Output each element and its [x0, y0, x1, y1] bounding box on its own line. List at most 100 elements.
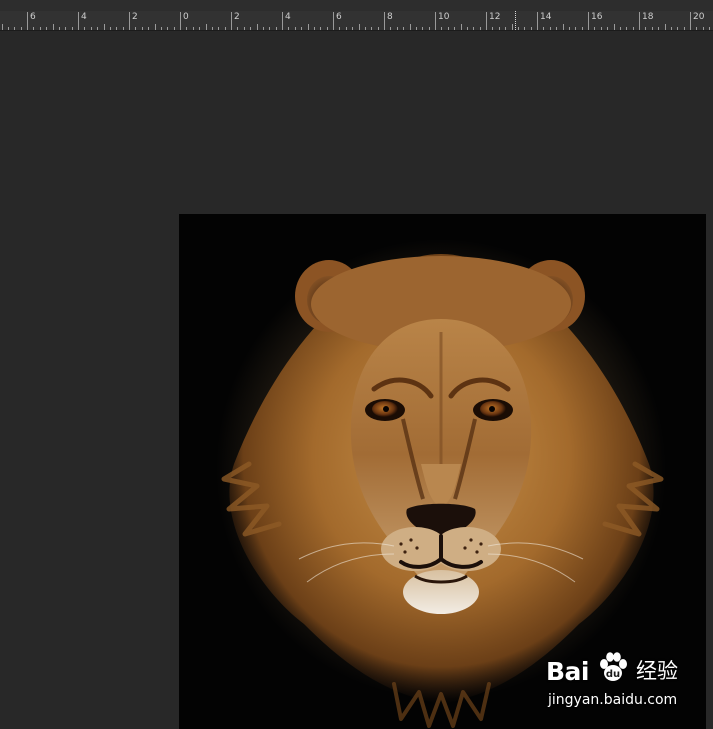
ruler-minor-tick: [167, 27, 168, 30]
ruler-minor-tick: [575, 27, 576, 30]
ruler-label: 6: [30, 12, 36, 22]
ruler-major-tick: [690, 12, 691, 30]
ruler-minor-tick: [244, 27, 245, 30]
ruler-label: 2: [234, 12, 240, 22]
ruler-minor-tick: [390, 27, 391, 30]
ruler-minor-tick: [237, 27, 238, 30]
ruler-minor-tick: [696, 27, 697, 30]
ruler-label: 10: [438, 12, 450, 22]
ruler-minor-tick: [441, 27, 442, 30]
ruler-minor-tick: [543, 27, 544, 30]
ruler-minor-tick: [505, 27, 506, 30]
ruler-minor-tick: [594, 27, 595, 30]
ruler-minor-tick: [123, 27, 124, 30]
ruler-minor-tick: [339, 27, 340, 30]
svg-text:du: du: [606, 669, 620, 680]
horizontal-ruler[interactable]: 6 4 2 0 2 4 6 8 10 12 14 16 18 20: [0, 11, 713, 31]
ruler-minor-tick: [467, 27, 468, 30]
ruler-major-tick: [282, 12, 283, 30]
ruler-minor-tick: [454, 27, 455, 30]
ruler-minor-tick: [174, 27, 175, 30]
ruler-minor-tick: [607, 27, 608, 30]
ruler-minor-tick: [295, 27, 296, 30]
ruler-minor-tick: [308, 24, 309, 30]
ruler-minor-tick: [116, 27, 117, 30]
ruler-minor-tick: [97, 27, 98, 30]
ruler-label: 0: [183, 12, 189, 22]
ruler-minor-tick: [33, 27, 34, 30]
ruler-minor-tick: [671, 27, 672, 30]
ruler-major-tick: [435, 12, 436, 30]
ruler-minor-tick: [626, 27, 627, 30]
ruler-minor-tick: [492, 27, 493, 30]
ruler-minor-tick: [212, 27, 213, 30]
ruler-minor-tick: [518, 27, 519, 30]
ruler-label: 16: [591, 12, 603, 22]
ruler-major-tick: [384, 12, 385, 30]
ruler-minor-tick: [199, 27, 200, 30]
ruler-major-tick: [588, 12, 589, 30]
photo-editor-window: 6 4 2 0 2 4 6 8 10 12 14 16 18 20 Bai du…: [0, 0, 713, 729]
ruler-minor-tick: [531, 27, 532, 30]
ruler-minor-tick: [161, 27, 162, 30]
ruler-major-tick: [333, 12, 334, 30]
ruler-minor-tick: [658, 27, 659, 30]
ruler-minor-tick: [263, 27, 264, 30]
ruler-minor-tick: [257, 24, 258, 30]
ruler-minor-tick: [633, 27, 634, 30]
ruler-label: 8: [387, 12, 393, 22]
ruler-minor-tick: [550, 27, 551, 30]
ruler-minor-tick: [365, 27, 366, 30]
ruler-minor-tick: [422, 27, 423, 30]
ruler-minor-tick: [448, 27, 449, 30]
ruler-minor-tick: [359, 24, 360, 30]
ruler-major-tick: [27, 12, 28, 30]
ruler-minor-tick: [645, 27, 646, 30]
ruler-minor-tick: [524, 27, 525, 30]
ruler-label: 14: [540, 12, 552, 22]
ruler-minor-tick: [461, 24, 462, 30]
ruler-cursor-marker: [515, 11, 517, 30]
ruler-minor-tick: [104, 24, 105, 30]
ruler-minor-tick: [416, 27, 417, 30]
ruler-major-tick: [129, 12, 130, 30]
watermark-brand: Bai: [546, 657, 590, 686]
ruler-minor-tick: [512, 24, 513, 30]
ruler-minor-tick: [14, 27, 15, 30]
ruler-minor-tick: [288, 27, 289, 30]
ruler-minor-tick: [378, 27, 379, 30]
ruler-major-tick: [486, 12, 487, 30]
ruler-minor-tick: [40, 27, 41, 30]
ruler-minor-tick: [148, 27, 149, 30]
ruler-minor-tick: [563, 24, 564, 30]
ruler-minor-tick: [53, 24, 54, 30]
ruler-major-tick: [639, 12, 640, 30]
ruler-minor-tick: [250, 27, 251, 30]
ruler-minor-tick: [569, 27, 570, 30]
ruler-minor-tick: [620, 27, 621, 30]
ruler-minor-tick: [429, 27, 430, 30]
ruler-minor-tick: [46, 27, 47, 30]
ruler-minor-tick: [314, 27, 315, 30]
ruler-minor-tick: [684, 27, 685, 30]
ruler-major-tick: [180, 12, 181, 30]
ruler-minor-tick: [403, 27, 404, 30]
ruler-label: 18: [642, 12, 654, 22]
ruler-minor-tick: [410, 24, 411, 30]
ruler-minor-tick: [21, 27, 22, 30]
ruler-minor-tick: [276, 27, 277, 30]
ruler-minor-tick: [84, 27, 85, 30]
ruler-label: 12: [489, 12, 501, 22]
baidu-jingyan-watermark: Bai du 经验 jingyan.baidu.com: [546, 650, 686, 714]
ruler-minor-tick: [135, 27, 136, 30]
ruler-label: 4: [81, 12, 87, 22]
ruler-minor-tick: [582, 27, 583, 30]
ruler-minor-tick: [480, 27, 481, 30]
ruler-minor-tick: [218, 27, 219, 30]
watermark-suffix: 经验: [636, 659, 678, 683]
ruler-major-tick: [231, 12, 232, 30]
ruler-minor-tick: [652, 27, 653, 30]
ruler-minor-tick: [665, 24, 666, 30]
ruler-minor-tick: [703, 27, 704, 30]
ruler-minor-tick: [327, 27, 328, 30]
